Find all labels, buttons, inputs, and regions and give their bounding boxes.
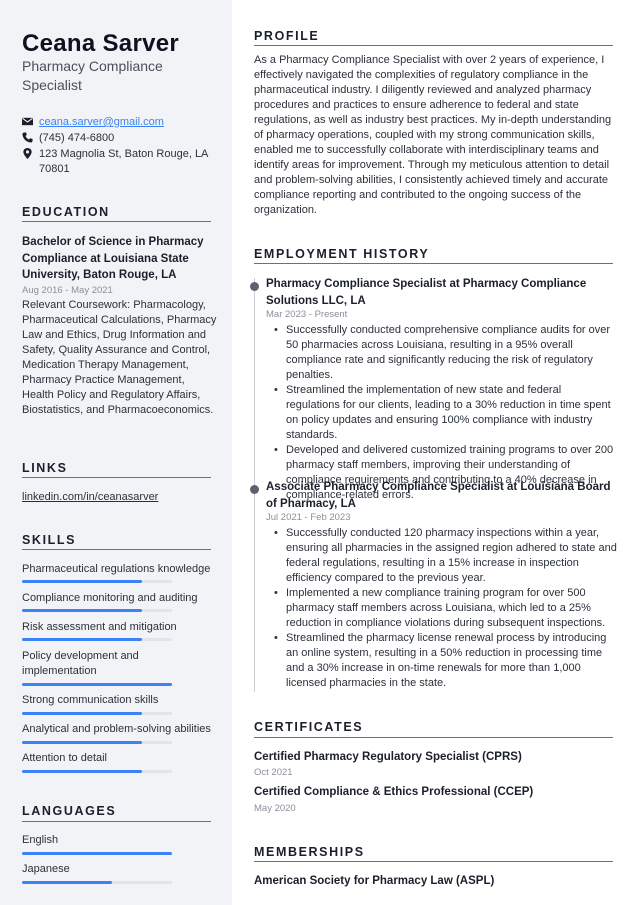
skill-bar-fill bbox=[22, 712, 142, 715]
job-bullet: Successfully conducted 120 pharmacy insp… bbox=[274, 526, 618, 586]
membership-name: American Society for Pharmacy Law (ASPL) bbox=[254, 875, 495, 887]
address: 123 Magnolia St, Baton Rouge, LA 70801 bbox=[39, 148, 208, 175]
job-bullet-list: Successfully conducted 120 pharmacy insp… bbox=[274, 526, 618, 691]
email-link[interactable]: ceana.sarver@gmail.com bbox=[39, 115, 219, 130]
education-description: Relevant Coursework: Pharmacology, Pharm… bbox=[22, 299, 217, 416]
languages-heading: LANGUAGES bbox=[22, 804, 117, 818]
skill-bar-track bbox=[22, 741, 172, 744]
candidate-name: Ceana Sarver bbox=[22, 30, 180, 57]
education-divider bbox=[22, 221, 211, 222]
skill-label: Risk assessment and mitigation bbox=[22, 621, 177, 633]
certificate-name: Certified Pharmacy Regulatory Specialist… bbox=[254, 751, 522, 763]
linkedin-link[interactable]: linkedin.com/in/ceanasarver bbox=[22, 490, 214, 505]
links-heading: LINKS bbox=[22, 461, 68, 475]
skill-bar-track bbox=[22, 580, 172, 583]
profile-heading: PROFILE bbox=[254, 29, 320, 43]
language-label: English bbox=[22, 834, 59, 846]
job-dates: Jul 2021 - Feb 2023 bbox=[266, 512, 351, 523]
education-degree: Bachelor of Science in Pharmacy Complian… bbox=[22, 236, 204, 281]
timeline-dot bbox=[250, 282, 259, 291]
education-heading: EDUCATION bbox=[22, 205, 110, 219]
certificate-date: Oct 2021 bbox=[254, 767, 293, 778]
skill-bar-track bbox=[22, 712, 172, 715]
job-dates: Mar 2023 - Present bbox=[266, 309, 348, 320]
skill-label: Strong communication skills bbox=[22, 694, 159, 706]
skill-label: Policy development and implementation bbox=[22, 650, 139, 677]
language-bar-track bbox=[22, 881, 172, 884]
skill-bar-fill bbox=[22, 683, 172, 686]
certificates-divider bbox=[254, 737, 613, 738]
main-content: PROFILE As a Pharmacy Compliance Special… bbox=[232, 0, 640, 905]
skill-bar-track bbox=[22, 638, 172, 641]
language-bar-fill bbox=[22, 881, 112, 884]
certificates-heading: CERTIFICATES bbox=[254, 720, 364, 734]
map-pin-icon bbox=[23, 148, 32, 159]
envelope-icon bbox=[22, 117, 33, 126]
language-label: Japanese bbox=[22, 863, 70, 875]
timeline-dot bbox=[250, 485, 259, 494]
skill-label: Compliance monitoring and auditing bbox=[22, 592, 198, 604]
skill-label: Pharmaceutical regulations knowledge bbox=[22, 563, 211, 575]
certificate-name: Certified Compliance & Ethics Profession… bbox=[254, 786, 534, 798]
memberships-heading: MEMBERSHIPS bbox=[254, 845, 365, 859]
job-title: Associate Pharmacy Compliance Specialist… bbox=[266, 481, 611, 510]
skill-bar-track bbox=[22, 609, 172, 612]
phone-icon bbox=[22, 132, 33, 143]
employment-divider bbox=[254, 263, 613, 264]
skill-label: Analytical and problem-solving abilities bbox=[22, 723, 211, 735]
profile-summary: As a Pharmacy Compliance Specialist with… bbox=[254, 54, 612, 216]
profile-divider bbox=[254, 45, 613, 46]
language-bar-fill bbox=[22, 852, 172, 855]
job-bullet-list: Successfully conducted comprehensive com… bbox=[274, 323, 618, 503]
links-divider bbox=[22, 477, 211, 478]
candidate-job-title: Pharmacy Compliance Specialist bbox=[22, 58, 163, 93]
certificate-date: May 2020 bbox=[254, 803, 296, 814]
skill-bar-track bbox=[22, 683, 172, 686]
skill-label: Attention to detail bbox=[22, 752, 108, 764]
job-bullet: Successfully conducted comprehensive com… bbox=[274, 323, 618, 383]
sidebar: Ceana Sarver Pharmacy Compliance Special… bbox=[0, 0, 232, 905]
skill-bar-fill bbox=[22, 609, 142, 612]
skill-bar-fill bbox=[22, 638, 142, 641]
employment-heading: EMPLOYMENT HISTORY bbox=[254, 247, 430, 261]
phone-number: (745) 474-6800 bbox=[39, 132, 115, 144]
languages-divider bbox=[22, 821, 211, 822]
skill-bar-fill bbox=[22, 770, 142, 773]
memberships-divider bbox=[254, 861, 613, 862]
job-title: Pharmacy Compliance Specialist at Pharma… bbox=[266, 278, 587, 307]
skill-bar-fill bbox=[22, 741, 142, 744]
skill-bar-fill bbox=[22, 580, 142, 583]
education-dates: Aug 2016 - May 2021 bbox=[22, 285, 113, 296]
job-bullet: Implemented a new compliance training pr… bbox=[274, 586, 618, 631]
skills-heading: SKILLS bbox=[22, 533, 77, 547]
job-bullet: Streamlined the implementation of new st… bbox=[274, 383, 618, 443]
skills-divider bbox=[22, 549, 211, 550]
job-bullet: Streamlined the pharmacy license renewal… bbox=[274, 631, 618, 691]
skill-bar-track bbox=[22, 770, 172, 773]
language-bar-track bbox=[22, 852, 172, 855]
